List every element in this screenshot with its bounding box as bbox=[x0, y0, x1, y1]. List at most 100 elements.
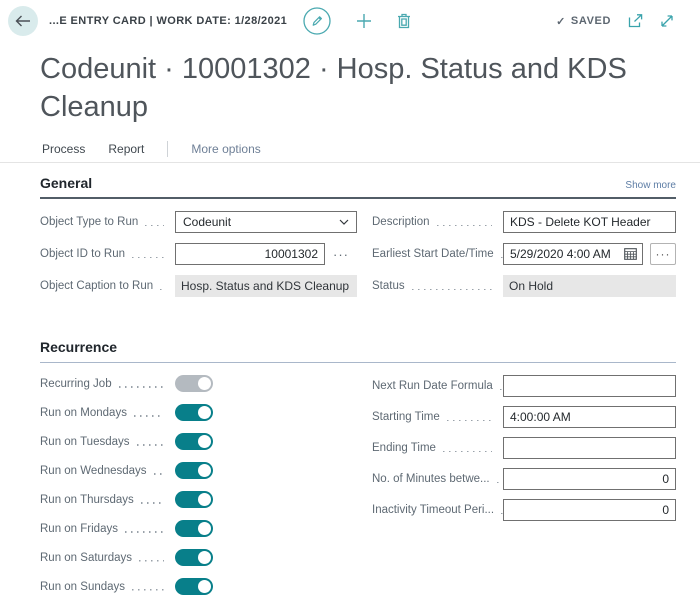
field-run-on-saturdays: Run on Saturdays bbox=[40, 549, 357, 566]
field-label: No. of Minutes betwe... bbox=[372, 473, 490, 485]
description-input[interactable] bbox=[503, 211, 676, 233]
object-id-input[interactable] bbox=[175, 243, 325, 265]
dotted-leader bbox=[132, 256, 164, 258]
object-type-value: Codeunit bbox=[183, 215, 339, 229]
recurring-job-toggle[interactable] bbox=[175, 375, 213, 392]
field-run-on-mondays: Run on Mondays bbox=[40, 404, 357, 421]
back-button[interactable] bbox=[8, 6, 38, 36]
dotted-leader bbox=[412, 288, 492, 290]
field-object-type-to-run: Object Type to Run Codeunit bbox=[40, 211, 357, 233]
run-on-mondays-toggle[interactable] bbox=[175, 404, 213, 421]
field-run-on-sundays: Run on Sundays bbox=[40, 578, 357, 595]
dotted-leader bbox=[437, 224, 492, 226]
action-bar: Process Report More options bbox=[0, 136, 700, 163]
dotted-leader bbox=[145, 224, 164, 226]
topbar-actions bbox=[303, 0, 411, 42]
saved-label: SAVED bbox=[571, 15, 611, 27]
field-label: Object Type to Run bbox=[40, 216, 138, 228]
menu-more-options[interactable]: More options bbox=[191, 142, 260, 156]
field-run-on-wednesdays: Run on Wednesdays bbox=[40, 462, 357, 479]
field-label: Inactivity Timeout Peri... bbox=[372, 504, 494, 516]
general-left-column: Object Type to Run Codeunit Object ID to… bbox=[40, 211, 357, 307]
dotted-leader bbox=[137, 444, 164, 446]
page-title: Codeunit · 10001302 · Hosp. Status and K… bbox=[40, 50, 676, 126]
status-readonly: On Hold bbox=[503, 275, 676, 297]
dotted-leader bbox=[132, 589, 164, 591]
new-button[interactable] bbox=[356, 13, 372, 29]
saved-indicator: ✓ SAVED bbox=[556, 15, 611, 28]
run-on-tuesdays-toggle[interactable] bbox=[175, 433, 213, 450]
show-more-link[interactable]: Show more bbox=[625, 180, 676, 191]
recurrence-right-column: Next Run Date Formula Starting Time Endi… bbox=[372, 375, 676, 607]
run-on-saturdays-toggle[interactable] bbox=[175, 549, 213, 566]
dotted-leader bbox=[443, 450, 492, 452]
field-label: Status bbox=[372, 280, 405, 292]
general-right-column: Description Earliest Start Date/Time bbox=[372, 211, 676, 307]
field-inactivity-timeout-period: Inactivity Timeout Peri... bbox=[372, 499, 676, 521]
edit-button[interactable] bbox=[303, 7, 331, 35]
field-status: Status On Hold bbox=[372, 275, 676, 297]
field-run-on-fridays: Run on Fridays bbox=[40, 520, 357, 537]
dotted-leader bbox=[119, 386, 164, 388]
assist-edit-icon[interactable]: ··· bbox=[333, 247, 349, 262]
expand-button[interactable] bbox=[660, 14, 674, 28]
recurrence-left-column: Recurring Job Run on Mondays Run on Tues… bbox=[40, 375, 357, 607]
run-on-fridays-toggle[interactable] bbox=[175, 520, 213, 537]
object-type-select[interactable]: Codeunit bbox=[175, 211, 357, 233]
next-run-date-formula-input[interactable] bbox=[503, 375, 676, 397]
dotted-leader bbox=[154, 473, 164, 475]
topbar-status-area: ✓ SAVED bbox=[556, 0, 674, 42]
job-queue-entry-card-page: ...E ENTRY CARD | WORK DATE: 1/28/2021 bbox=[0, 0, 700, 598]
field-run-on-thursdays: Run on Thursdays bbox=[40, 491, 357, 508]
field-label: Run on Sundays bbox=[40, 581, 125, 593]
field-label: Object Caption to Run bbox=[40, 280, 153, 292]
starting-time-input[interactable] bbox=[503, 406, 676, 428]
field-starting-time: Starting Time bbox=[372, 406, 676, 428]
topbar: ...E ENTRY CARD | WORK DATE: 1/28/2021 bbox=[0, 0, 700, 42]
run-on-wednesdays-toggle[interactable] bbox=[175, 462, 213, 479]
field-object-id-to-run: Object ID to Run ··· bbox=[40, 243, 357, 265]
field-label: Recurring Job bbox=[40, 378, 112, 390]
field-label: Earliest Start Date/Time bbox=[372, 248, 494, 260]
check-icon: ✓ bbox=[556, 15, 566, 28]
run-on-sundays-toggle[interactable] bbox=[175, 578, 213, 595]
recurrence-section: Recurrence Recurring Job Run on Mondays … bbox=[0, 339, 700, 607]
dotted-leader bbox=[497, 481, 501, 483]
field-label: Run on Wednesdays bbox=[40, 465, 147, 477]
inactivity-timeout-period-input[interactable] bbox=[503, 499, 676, 521]
dotted-leader bbox=[447, 419, 492, 421]
field-label: Run on Thursdays bbox=[40, 494, 134, 506]
field-minutes-between-runs: No. of Minutes betwe... bbox=[372, 468, 676, 490]
minutes-between-runs-input[interactable] bbox=[503, 468, 676, 490]
object-caption-readonly: Hosp. Status and KDS Cleanup bbox=[175, 275, 357, 297]
field-label: Starting Time bbox=[372, 411, 440, 423]
dotted-leader bbox=[125, 531, 164, 533]
action-bar-divider bbox=[167, 141, 168, 157]
field-label: Description bbox=[372, 216, 430, 228]
open-in-new-window-button[interactable] bbox=[628, 14, 643, 28]
datetime-assist-button[interactable]: ··· bbox=[650, 243, 676, 265]
ending-time-input[interactable] bbox=[503, 437, 676, 459]
menu-process[interactable]: Process bbox=[42, 142, 85, 156]
field-ending-time: Ending Time bbox=[372, 437, 676, 459]
earliest-start-datetime-input[interactable] bbox=[503, 243, 643, 265]
field-object-caption-to-run: Object Caption to Run Hosp. Status and K… bbox=[40, 275, 357, 297]
field-label: Run on Mondays bbox=[40, 407, 127, 419]
document-caption: ...E ENTRY CARD | WORK DATE: 1/28/2021 bbox=[49, 15, 287, 27]
field-label: Object ID to Run bbox=[40, 248, 125, 260]
delete-button[interactable] bbox=[397, 13, 411, 29]
field-recurring-job: Recurring Job bbox=[40, 375, 357, 392]
run-on-thursdays-toggle[interactable] bbox=[175, 491, 213, 508]
field-run-on-tuesdays: Run on Tuesdays bbox=[40, 433, 357, 450]
dotted-leader bbox=[134, 415, 164, 417]
field-label: Run on Saturdays bbox=[40, 552, 132, 564]
expand-diagonal-icon bbox=[660, 14, 674, 28]
chevron-down-icon bbox=[339, 219, 349, 225]
recurrence-section-title[interactable]: Recurrence bbox=[40, 339, 117, 355]
dotted-leader bbox=[139, 560, 164, 562]
pencil-icon bbox=[303, 7, 331, 35]
menu-report[interactable]: Report bbox=[108, 142, 144, 156]
general-section-title[interactable]: General bbox=[40, 175, 92, 191]
field-earliest-start-datetime: Earliest Start Date/Time ··· bbox=[372, 243, 676, 265]
field-next-run-date-formula: Next Run Date Formula bbox=[372, 375, 676, 397]
